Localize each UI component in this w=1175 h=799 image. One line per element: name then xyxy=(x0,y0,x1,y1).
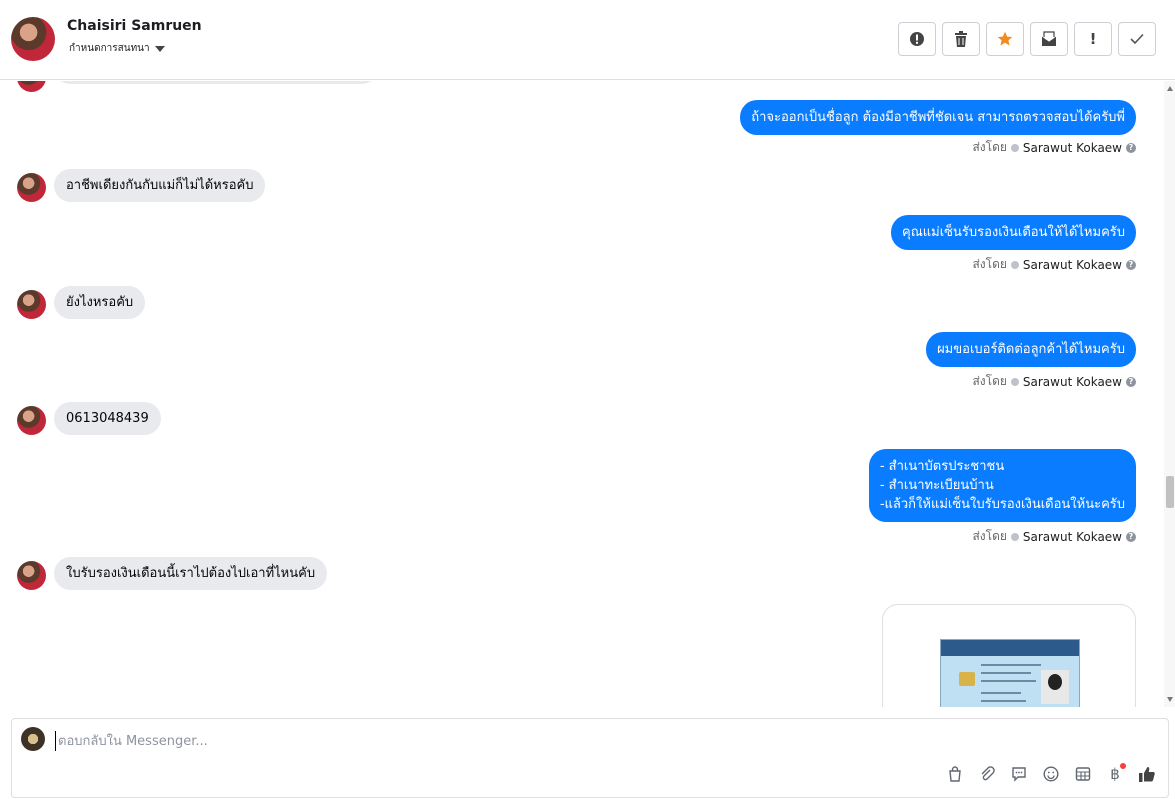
checkmark-icon xyxy=(1130,33,1144,45)
help-icon[interactable]: ? xyxy=(1126,376,1136,387)
incoming-message-partial xyxy=(54,81,378,84)
outgoing-message[interactable]: ผมขอเบอร์ติดต่อลูกค้าได้ไหมครับ xyxy=(926,332,1136,367)
id-card-line xyxy=(981,700,1026,702)
incoming-message[interactable]: ยังไงหรอคับ xyxy=(54,286,146,319)
like-icon[interactable] xyxy=(1136,763,1158,785)
alert-circle-icon xyxy=(910,32,924,46)
composer-tools: ฿ xyxy=(944,763,1158,785)
scrollbar-thumb[interactable] xyxy=(1166,476,1174,508)
thread-scrollbar[interactable] xyxy=(1164,81,1175,707)
sender-name[interactable]: Sarawut Kokaew xyxy=(1023,375,1122,389)
message-line: - สำเนาบัตรประชาชน xyxy=(879,459,1005,474)
reply-composer: ฿ xyxy=(11,718,1169,798)
id-card-header-band xyxy=(941,640,1079,656)
conversation-settings-label: กำหนดการสนทนา xyxy=(69,43,150,54)
message-line: -แล้วก็ให้แม่เซ็นใบรับรองเงินเดือนให้นะค… xyxy=(879,497,1125,512)
conversation-settings-dropdown[interactable]: กำหนดการสนทนา xyxy=(69,41,165,56)
id-card-line xyxy=(981,664,1041,666)
outgoing-message-multiline[interactable]: - สำเนาบัตรประชาชน - สำเนาทะเบียนบ้าน -แ… xyxy=(868,449,1136,522)
contact-name[interactable]: Chaisiri Samruen xyxy=(67,18,202,34)
spam-button[interactable] xyxy=(898,22,936,56)
sender-name[interactable]: Sarawut Kokaew xyxy=(1023,530,1122,544)
conversation-header: Chaisiri Samruen กำหนดการสนทนา ! xyxy=(0,0,1175,80)
id-card-line xyxy=(981,680,1036,682)
paperclip-icon[interactable] xyxy=(976,763,998,785)
sent-by-label: ส่งโดย xyxy=(972,257,1007,271)
contact-avatar-small xyxy=(17,290,46,319)
message-thread[interactable]: ถ้าจะออกเป็นชื่อลูก ต้องมีอาชีพที่ชัดเจน… xyxy=(0,81,1164,707)
saved-replies-icon[interactable] xyxy=(1008,763,1030,785)
caret-down-icon xyxy=(154,45,165,52)
done-button[interactable] xyxy=(1118,22,1156,56)
incoming-message[interactable]: 0613048439 xyxy=(54,402,161,435)
help-icon[interactable]: ? xyxy=(1126,259,1136,270)
sent-by-info: ส่งโดย Sarawut Kokaew ? xyxy=(972,138,1136,157)
verified-icon xyxy=(1010,143,1019,152)
sent-by-info: ส่งโดย Sarawut Kokaew ? xyxy=(972,255,1136,274)
action-toolbar: ! xyxy=(898,22,1156,56)
sent-by-info: ส่งโดย Sarawut Kokaew ? xyxy=(972,372,1136,391)
verified-icon xyxy=(1010,377,1019,386)
contact-avatar-small xyxy=(17,173,46,202)
sent-by-label: ส่งโดย xyxy=(972,374,1007,388)
id-card-line xyxy=(981,672,1031,674)
outgoing-message[interactable]: ถ้าจะออกเป็นชื่อลูก ต้องมีอาชีพที่ชัดเจน… xyxy=(740,100,1136,135)
contact-avatar-small xyxy=(17,81,46,92)
star-button[interactable] xyxy=(986,22,1024,56)
sent-by-label: ส่งโดย xyxy=(972,529,1007,543)
envelope-icon xyxy=(1041,31,1057,46)
scroll-down-icon[interactable] xyxy=(1167,697,1173,702)
verified-icon xyxy=(1010,260,1019,269)
chip-icon xyxy=(959,672,975,686)
incoming-message[interactable]: อาชีพเดียงกันกับแม่ก็ไม่ได้หรอคับ xyxy=(54,169,266,202)
shopping-bag-icon[interactable] xyxy=(944,763,966,785)
baht-glyph: ฿ xyxy=(1110,765,1120,783)
sent-by-info: ส่งโดย Sarawut Kokaew ? xyxy=(972,527,1136,546)
sender-name[interactable]: Sarawut Kokaew xyxy=(1023,258,1122,272)
scroll-up-icon[interactable] xyxy=(1167,86,1173,91)
contact-avatar-small xyxy=(17,561,46,590)
help-icon[interactable]: ? xyxy=(1126,142,1136,153)
sent-by-label: ส่งโดย xyxy=(972,140,1007,154)
delete-button[interactable] xyxy=(942,22,980,56)
notification-dot xyxy=(1120,763,1126,769)
image-attachment-card[interactable] xyxy=(882,604,1136,707)
portrait-icon xyxy=(1041,670,1069,704)
reply-input[interactable] xyxy=(55,731,655,751)
page-avatar xyxy=(21,727,45,751)
help-icon[interactable]: ? xyxy=(1126,531,1136,542)
id-card-line xyxy=(981,692,1021,694)
payment-baht-icon[interactable]: ฿ xyxy=(1104,763,1126,785)
emoji-icon[interactable] xyxy=(1040,763,1062,785)
mark-unread-button[interactable] xyxy=(1030,22,1068,56)
contact-avatar[interactable] xyxy=(11,17,55,61)
star-icon xyxy=(997,31,1013,46)
message-line: - สำเนาทะเบียนบ้าน xyxy=(879,478,994,493)
calendar-grid-icon[interactable] xyxy=(1072,763,1094,785)
sender-name[interactable]: Sarawut Kokaew xyxy=(1023,141,1122,155)
exclamation-icon: ! xyxy=(1089,30,1097,48)
id-card-image[interactable] xyxy=(940,639,1080,707)
outgoing-message[interactable]: คุณแม่เซ็นรับรองเงินเดือนให้ได้ไหมครับ xyxy=(891,215,1136,250)
incoming-message[interactable]: ใบรับรองเงินเดือนนี้เราไปต้องไปเอาที่ไหน… xyxy=(54,557,328,590)
verified-icon xyxy=(1010,532,1019,541)
trash-icon xyxy=(955,31,967,47)
follow-up-button[interactable]: ! xyxy=(1074,22,1112,56)
contact-avatar-small xyxy=(17,406,46,435)
